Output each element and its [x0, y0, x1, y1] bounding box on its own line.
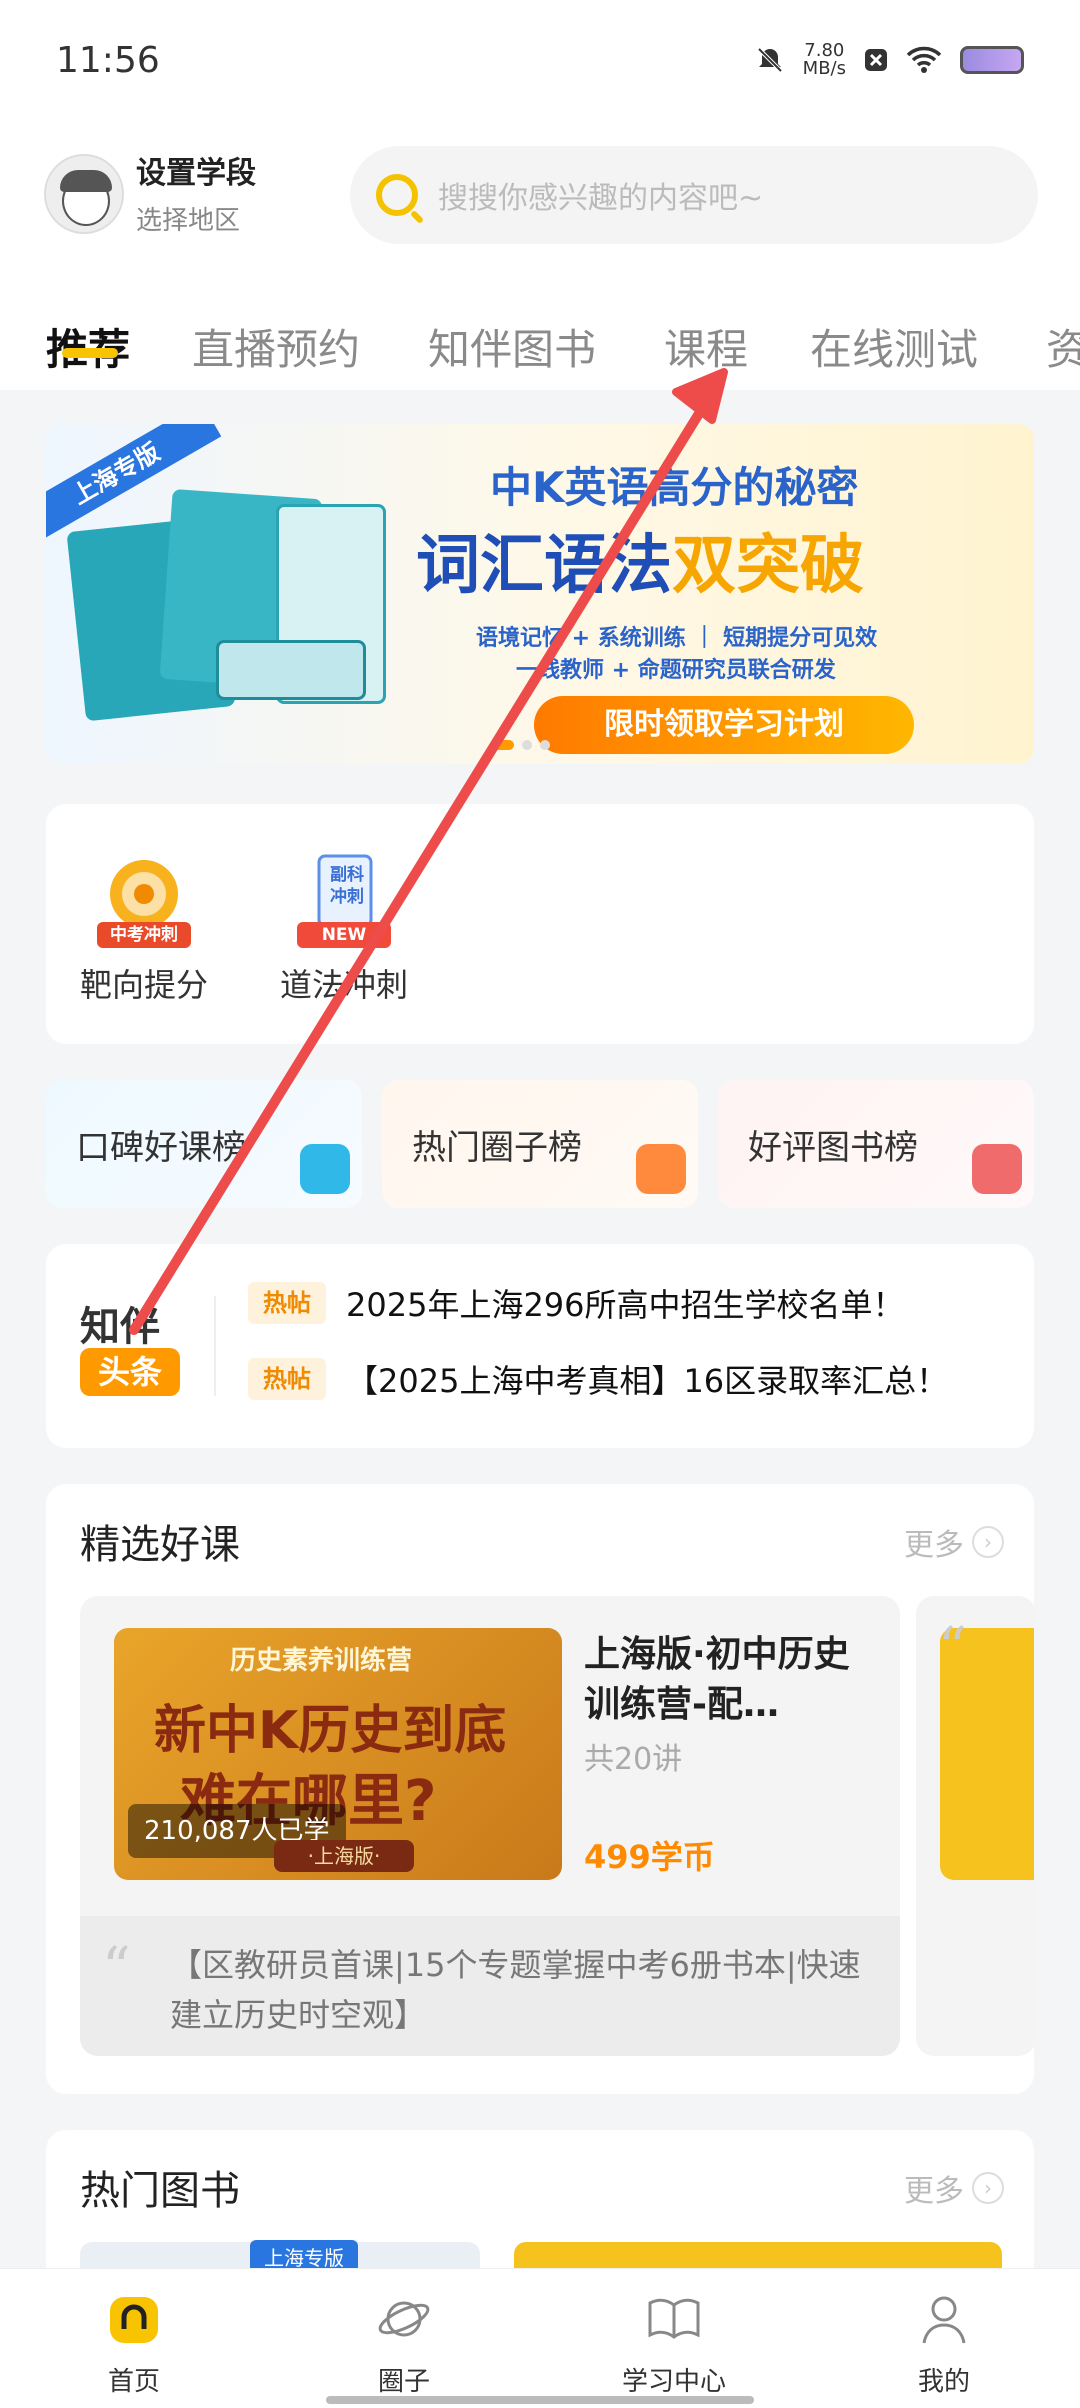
rank-label: 口碑好课榜	[76, 1128, 246, 1168]
chevron-right-icon: ›	[972, 1526, 1004, 1558]
rank-label: 热门圈子榜	[412, 1128, 582, 1168]
section-title: 热门图书	[80, 2168, 240, 2214]
search-icon	[376, 174, 418, 216]
open-book-icon	[646, 2291, 702, 2347]
banner-cta-button[interactable]: 限时领取学习计划	[534, 696, 914, 754]
status-bar: 11:56 7.80 MB/s	[0, 0, 1080, 130]
book-icon	[972, 1144, 1022, 1194]
tab-recommend[interactable]: 推荐	[46, 316, 130, 377]
quote-icon: “	[102, 1936, 131, 2001]
book-new-icon: 副科 冲刺 NEW	[297, 852, 391, 948]
search-placeholder: 搜搜你感兴趣的内容吧~	[438, 181, 764, 216]
avatar[interactable]	[44, 154, 124, 234]
battery-icon	[960, 46, 1024, 74]
headline-tag: 头条	[80, 1348, 180, 1396]
hot-badge: 热帖	[248, 1358, 326, 1400]
course-card[interactable]: 历史素养训练营 新中K历史到底 难在哪里? 210,087人已学 ·上海版· 上…	[80, 1596, 900, 2056]
wifi-icon	[906, 46, 942, 73]
person-icon	[916, 2291, 972, 2347]
tab-online-test[interactable]: 在线测试	[810, 316, 978, 377]
hot-badge: 热帖	[248, 1282, 326, 1324]
tab-active-indicator	[62, 348, 118, 358]
banner-title: 中K英语高分的秘密	[490, 463, 859, 512]
banner-subtitle: 一线教师 + 命题研究员联合研发	[516, 658, 836, 683]
headline-item[interactable]: 热帖 【2025上海中考真相】16区录取率汇总！	[248, 1356, 948, 1402]
tab-resources[interactable]: 资	[1046, 316, 1080, 377]
nav-home[interactable]: 首页	[64, 2291, 204, 2398]
shortcut-label: 靶向提分	[79, 966, 208, 1004]
shortcut-card: 中考冲刺 靶向提分 副科 冲刺 NEW 道法冲刺	[46, 804, 1034, 1044]
mute-bell-icon	[757, 47, 783, 73]
header: 设置学段 选择地区 搜搜你感兴趣的内容吧~	[0, 130, 1080, 270]
nav-mine[interactable]: 我的	[874, 2291, 1014, 2398]
headline-text: 【2025上海中考真相】16区录取率汇总！	[346, 1362, 949, 1400]
divider	[214, 1296, 216, 1396]
more-link[interactable]: 更多 ›	[904, 1520, 1004, 1564]
tab-courses[interactable]: 课程	[664, 316, 748, 377]
course-card[interactable]: “	[916, 1596, 1034, 2056]
rank-label: 好评图书榜	[748, 1128, 918, 1168]
course-cover: 历史素养训练营 新中K历史到底 难在哪里? 210,087人已学 ·上海版·	[114, 1628, 562, 1880]
status-icons: 7.80 MB/s	[755, 42, 1024, 78]
shortcut-label: 道法冲刺	[279, 966, 408, 1004]
tab-live-booking[interactable]: 直播预约	[192, 316, 360, 377]
tab-books[interactable]: 知伴图书	[428, 316, 596, 377]
planet-icon	[376, 2291, 432, 2347]
course-quote: “ 【区教研员首课|15个专题掌握中考6册书本|快速建立历史时空观】	[80, 1916, 900, 2056]
course-lessons: 共20讲	[584, 1742, 683, 1777]
region-selector[interactable]: 选择地区	[136, 200, 240, 237]
course-price: 499学币	[584, 1838, 715, 1876]
section-title: 精选好课	[80, 1522, 240, 1568]
more-link[interactable]: 更多 ›	[904, 2166, 1004, 2210]
banner-subtitle: 语境记忆 + 系统训练 ｜ 短期提分可见效	[476, 626, 878, 651]
headline-brand: 知伴	[80, 1304, 160, 1350]
nav-circle[interactable]: 圈子	[334, 2291, 474, 2398]
nav-study-center[interactable]: 学习中心	[604, 2291, 744, 2398]
close-box-icon	[865, 49, 887, 71]
chevron-right-icon: ›	[972, 2172, 1004, 2204]
network-speed: 7.80 MB/s	[802, 40, 846, 79]
banner-headline: 词汇语法双突破	[416, 529, 864, 603]
home-icon	[106, 2291, 162, 2347]
course-title: 上海版·初中历史训练营-配…	[584, 1634, 850, 1725]
group-icon	[636, 1144, 686, 1194]
grade-selector[interactable]: 设置学段	[136, 148, 256, 192]
rank-hot-groups[interactable]: 热门圈子榜	[382, 1080, 698, 1208]
target-icon: 中考冲刺	[97, 852, 191, 948]
headline-item[interactable]: 热帖 2025年上海296所高中招生学校名单！	[248, 1280, 905, 1326]
featured-courses-section: 精选好课 更多 › 历史素养训练营 新中K历史到底 难在哪里? 210,087人已…	[46, 1484, 1034, 2094]
rank-top-books[interactable]: 好评图书榜	[718, 1080, 1034, 1208]
edition-badge: ·上海版·	[274, 1840, 414, 1872]
status-time: 11:56	[56, 40, 160, 81]
headline-card: 知伴 头条 热帖 2025年上海296所高中招生学校名单！ 热帖 【2025上海…	[46, 1244, 1034, 1448]
rank-good-courses[interactable]: 口碑好课榜	[46, 1080, 362, 1208]
banner-tablet-image	[216, 640, 366, 700]
home-indicator[interactable]	[326, 2396, 754, 2404]
headline-text: 2025年上海296所高中招生学校名单！	[346, 1286, 905, 1324]
video-icon	[300, 1144, 350, 1194]
shortcut-targeted-boost[interactable]: 中考冲刺 靶向提分	[54, 852, 234, 1006]
promo-banner[interactable]: 上海专版 中K英语高分的秘密 词汇语法双突破 语境记忆 + 系统训练 ｜ 短期提…	[46, 424, 1034, 764]
banner-pagination	[492, 740, 550, 750]
bottom-nav: 首页 圈子 学习中心 我的	[0, 2268, 1080, 2408]
search-input[interactable]: 搜搜你感兴趣的内容吧~	[350, 146, 1038, 244]
category-tabs: 推荐 直播预约 知伴图书 课程 在线测试 资	[0, 270, 1080, 390]
shortcut-morality-sprint[interactable]: 副科 冲刺 NEW 道法冲刺	[254, 852, 434, 1006]
